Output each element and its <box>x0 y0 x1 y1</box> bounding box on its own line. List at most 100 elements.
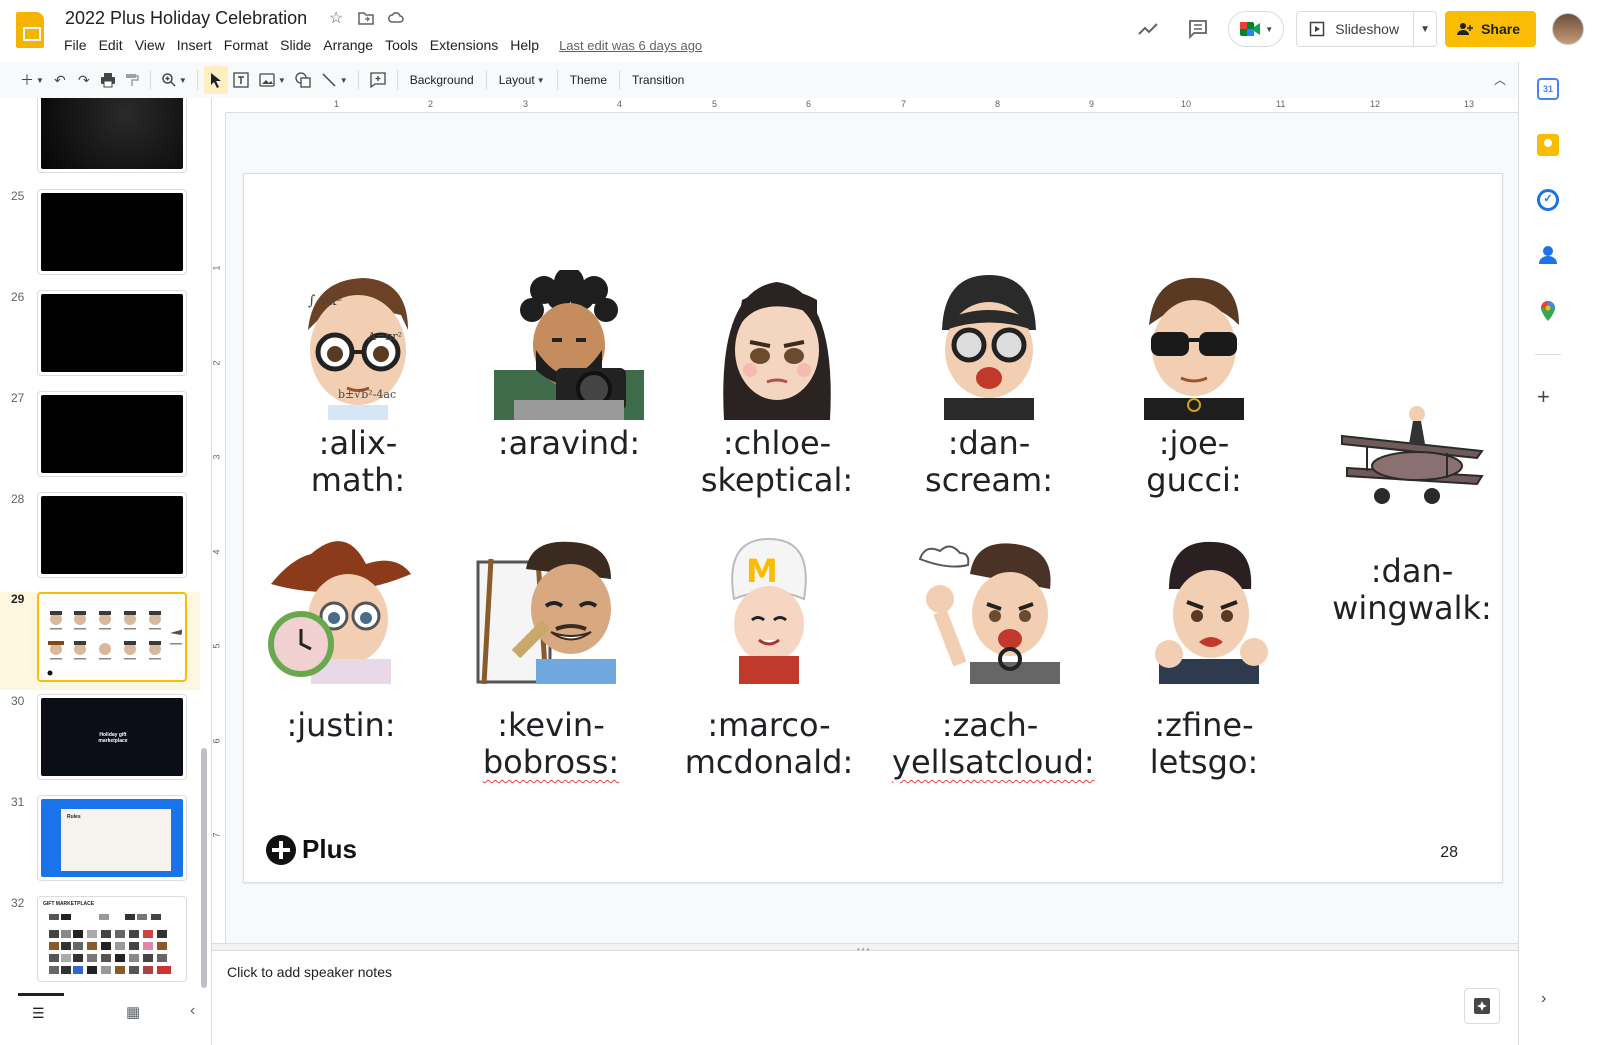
slide-row-28[interactable]: 28 <box>0 492 200 592</box>
slide-thumbnail[interactable]: Holiday gift marketplace <box>37 694 187 780</box>
slide-row-29-selected[interactable]: 29 <box>0 592 200 690</box>
slide-thumbnail[interactable]: GIFT MARKETPLACE <box>37 896 187 982</box>
calendar-icon[interactable]: 31 <box>1537 78 1559 100</box>
undo-button[interactable]: ↶ <box>48 66 72 94</box>
emoji-justin[interactable]: :justin: <box>266 534 416 744</box>
show-side-panel-chevron-icon[interactable]: › <box>1541 990 1546 1008</box>
slide-row-27[interactable]: 27 <box>0 391 200 491</box>
explore-button[interactable] <box>1464 988 1500 1024</box>
meet-button[interactable]: ▼ <box>1228 11 1285 47</box>
collapse-menus-icon[interactable]: ︿ <box>1494 71 1506 88</box>
menu-insert[interactable]: Insert <box>171 35 218 55</box>
slide-thumbnail[interactable] <box>37 290 187 376</box>
move-folder-icon[interactable] <box>356 9 376 29</box>
menu-edit[interactable]: Edit <box>93 35 129 55</box>
slide-page-number: 28 <box>1440 844 1458 861</box>
slides-logo-icon[interactable] <box>16 12 44 48</box>
slideshow-button[interactable]: Slideshow <box>1297 12 1415 46</box>
emoji-chloe-skeptical[interactable]: :chloe- skeptical: <box>695 270 859 499</box>
new-slide-button[interactable]: ＋ ▼ <box>16 66 48 94</box>
slide-thumbnail[interactable]: Rules <box>37 795 187 881</box>
emoji-dan-wingwalk[interactable]: :dan- wingwalk: <box>1332 396 1492 627</box>
activity-dashboard-icon[interactable] <box>1128 9 1168 49</box>
theme-button[interactable]: Theme <box>564 66 613 94</box>
print-button[interactable] <box>96 66 120 94</box>
slide-filmstrip[interactable]: 25 26 27 28 29 30 Holiday gift marketpla… <box>0 98 212 993</box>
get-addons-plus-icon[interactable]: + <box>1537 384 1550 410</box>
emoji-label: :alix-math: <box>310 424 406 499</box>
slide-row-25[interactable]: 25 <box>0 189 200 289</box>
text-box-button[interactable] <box>228 66 254 94</box>
add-comment-button[interactable] <box>365 66 391 94</box>
slideshow-options-chevron-icon[interactable]: ▼ <box>1414 24 1436 35</box>
transition-button[interactable]: Transition <box>626 66 690 94</box>
horizontal-ruler[interactable]: 1 2 3 4 5 6 7 8 9 10 11 12 13 <box>226 98 1518 113</box>
emoji-kevin-bobross[interactable]: :kevin- bobross: <box>476 534 626 781</box>
menu-extensions[interactable]: Extensions <box>424 35 504 55</box>
paint-format-icon <box>125 74 139 86</box>
emoji-label: skeptical: <box>700 461 854 499</box>
maps-icon[interactable] <box>1537 300 1559 322</box>
star-icon[interactable]: ☆ <box>326 9 346 29</box>
shape-button[interactable] <box>290 66 316 94</box>
zoom-button[interactable]: ▼ <box>157 66 191 94</box>
vertical-ruler[interactable]: 1 2 3 4 5 6 7 <box>212 113 226 943</box>
comments-icon[interactable] <box>1178 9 1218 49</box>
chevron-down-icon: ▼ <box>1265 24 1274 34</box>
ruler-mark: 11 <box>1276 99 1286 109</box>
menu-slide[interactable]: Slide <box>274 35 317 55</box>
account-avatar[interactable] <box>1552 13 1584 45</box>
grid-view-icon[interactable]: ▦ <box>126 1003 140 1021</box>
menu-format[interactable]: Format <box>218 35 274 55</box>
slide-thumbnail[interactable] <box>37 391 187 477</box>
document-title[interactable]: 2022 Plus Holiday Celebration <box>65 8 307 29</box>
slide-row-30[interactable]: 30 Holiday gift marketplace <box>0 694 200 794</box>
emoji-zfine-letsgo[interactable]: :zfine- letsgo: <box>1124 534 1284 781</box>
notes-resize-handle[interactable]: ••• <box>212 943 1518 954</box>
menu-arrange[interactable]: Arrange <box>317 35 379 55</box>
filmstrip-scrollbar[interactable] <box>201 748 207 988</box>
menu-view[interactable]: View <box>129 35 171 55</box>
select-tool-button[interactable] <box>203 66 228 94</box>
keep-icon[interactable] <box>1537 134 1559 156</box>
print-icon <box>100 73 115 88</box>
layout-button[interactable]: Layout ▼ <box>493 66 551 94</box>
current-slide[interactable]: ∫ √x² A=πr² b±√b²-4ac :alix-math: :aravi… <box>243 173 1503 883</box>
emoji-alix-math[interactable]: ∫ √x² A=πr² b±√b²-4ac :alix-math: <box>278 270 438 499</box>
slide-thumbnail[interactable] <box>37 492 187 578</box>
emoji-aravind[interactable]: :aravind: <box>489 267 649 462</box>
slide-thumbnail-selected[interactable] <box>37 592 187 682</box>
cloud-saved-icon[interactable] <box>386 9 406 29</box>
zoom-icon <box>162 73 176 87</box>
emoji-marco-mcdonald[interactable]: M :marco- mcdonald: <box>684 534 854 781</box>
contacts-icon[interactable] <box>1537 244 1559 266</box>
tasks-icon[interactable]: ✓ <box>1537 189 1559 211</box>
last-edit-link[interactable]: Last edit was 6 days ago <box>559 35 702 55</box>
menu-help[interactable]: Help <box>504 35 545 55</box>
menu-tools[interactable]: Tools <box>379 35 424 55</box>
emoji-dan-scream[interactable]: :dan- scream: <box>909 270 1069 499</box>
plus-logo-text: Plus <box>302 834 357 864</box>
emoji-label: :marco- <box>707 706 831 744</box>
background-button[interactable]: Background <box>404 66 480 94</box>
filmstrip-view-icon[interactable]: ☰ <box>32 1005 45 1022</box>
speaker-notes-placeholder[interactable]: Click to add speaker notes <box>227 964 392 980</box>
toolbar-divider <box>357 70 359 90</box>
insert-image-button[interactable]: ▼ <box>254 66 290 94</box>
line-button[interactable]: ▼ <box>316 66 352 94</box>
menu-file[interactable]: File <box>58 35 93 55</box>
slide-thumbnail-24[interactable] <box>37 98 187 173</box>
emoji-joe-gucci[interactable]: :joe-gucci: <box>1114 270 1274 499</box>
slide-number: 31 <box>11 795 25 809</box>
slide-row-32[interactable]: 32 GIFT MARKETPLACE <box>0 896 200 993</box>
share-button[interactable]: Share <box>1445 11 1536 47</box>
slide-row-31[interactable]: 31 Rules <box>0 795 200 895</box>
slide-row-26[interactable]: 26 <box>0 290 200 390</box>
speaker-notes[interactable]: Click to add speaker notes <box>212 951 1518 1045</box>
collapse-filmstrip-icon[interactable]: ‹ <box>190 1002 195 1020</box>
paint-format-button[interactable] <box>120 66 144 94</box>
slide-thumbnail[interactable] <box>37 189 187 275</box>
redo-button[interactable]: ↷ <box>72 66 96 94</box>
emoji-zach-yellsatcloud[interactable]: :zach- yellsatcloud: <box>892 534 1095 781</box>
ruler-mark: 5 <box>712 99 718 109</box>
